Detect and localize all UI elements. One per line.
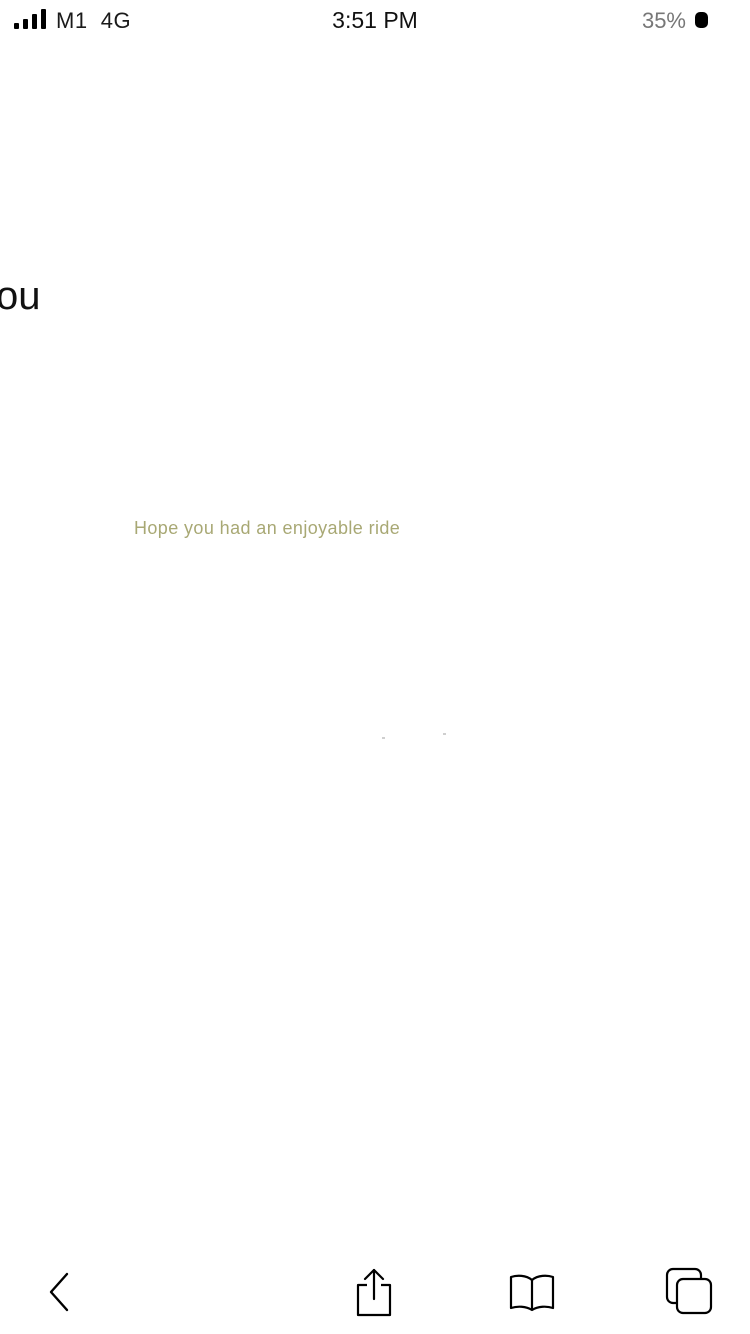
browser-toolbar: [0, 1250, 750, 1334]
clock: 3:51 PM: [332, 7, 418, 33]
browser-screen: M1 4G 3:51 PM 35% ou Hope you had an enj…: [0, 0, 750, 1334]
artifact-dot: [443, 733, 446, 735]
status-bar: M1 4G 3:51 PM 35%: [0, 0, 750, 40]
battery-percentage: 35%: [641, 8, 686, 33]
back-icon: [49, 1272, 69, 1312]
ride-message: Hope you had an enjoyable ride: [134, 518, 401, 538]
share-icon: [356, 1268, 392, 1317]
artifact-dot: [382, 737, 385, 739]
battery-icon: [695, 12, 708, 28]
bookmarks-button[interactable]: [502, 1262, 562, 1322]
page-heading: ou: [0, 274, 41, 318]
share-button[interactable]: [344, 1262, 404, 1322]
bookmarks-icon: [509, 1274, 555, 1312]
back-button[interactable]: [30, 1262, 90, 1322]
tabs-icon: [665, 1267, 713, 1315]
tabs-button[interactable]: [660, 1262, 720, 1322]
